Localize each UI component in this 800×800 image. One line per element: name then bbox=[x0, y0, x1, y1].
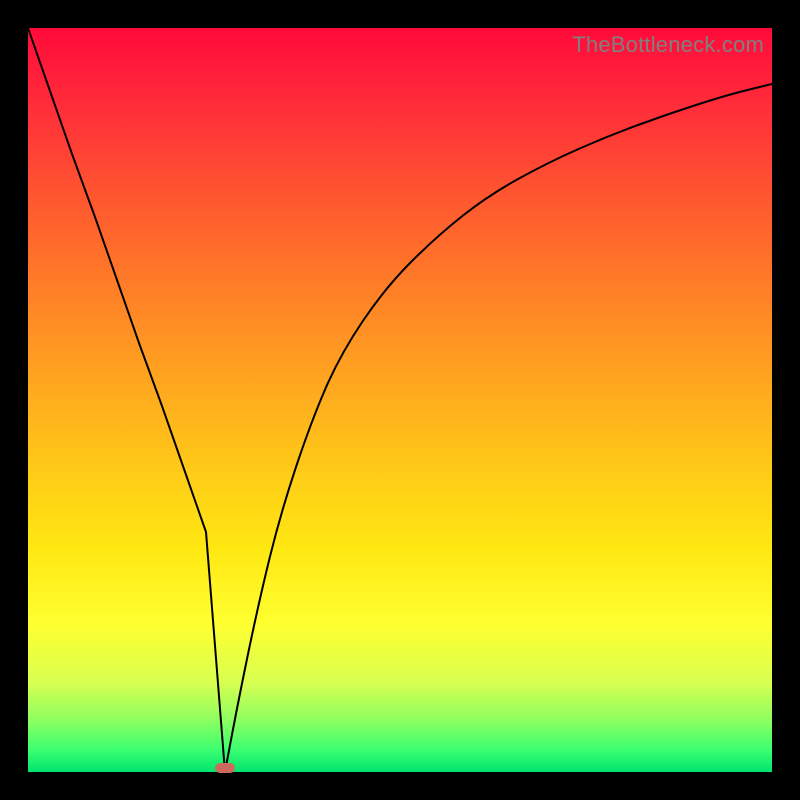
minimum-marker bbox=[215, 763, 235, 773]
curve-right-branch bbox=[225, 84, 772, 772]
outer-frame: TheBottleneck.com bbox=[0, 0, 800, 800]
curve-left-branch bbox=[28, 28, 225, 772]
plot-area: TheBottleneck.com bbox=[28, 28, 772, 772]
bottleneck-curve bbox=[28, 28, 772, 772]
